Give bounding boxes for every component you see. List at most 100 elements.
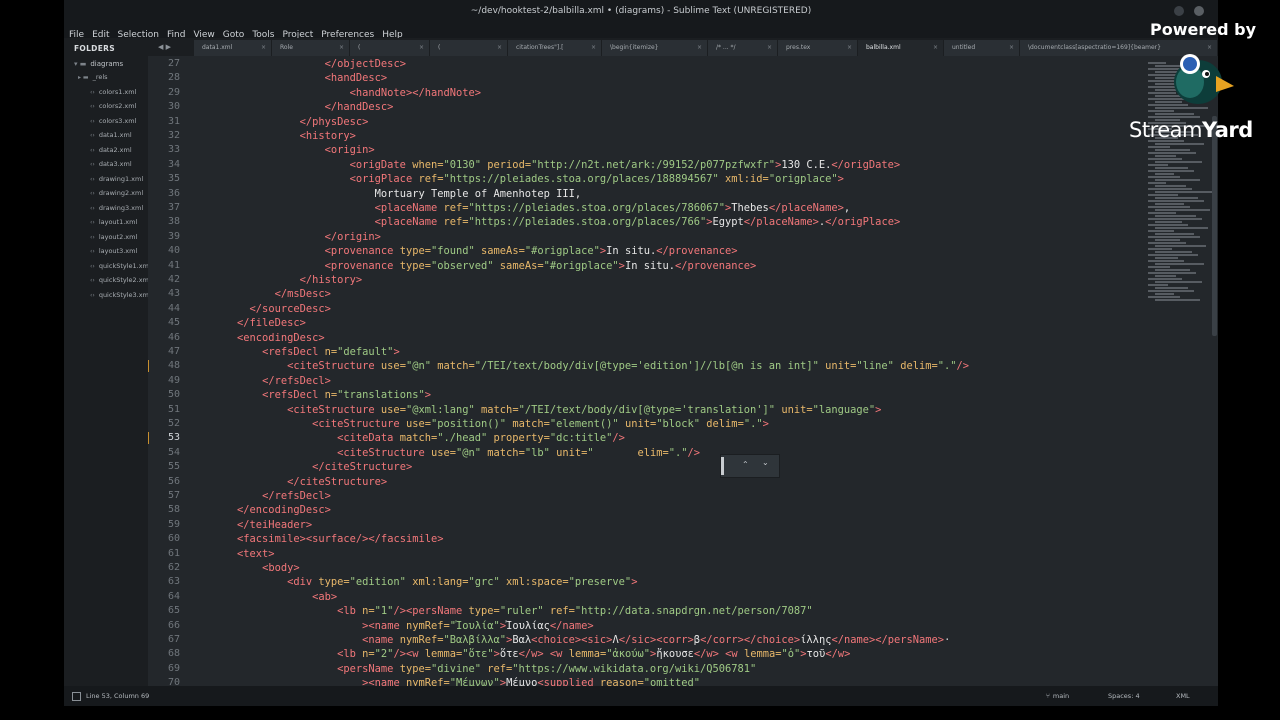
close-icon[interactable] xyxy=(1194,6,1204,16)
sidebar-file[interactable]: ‹› layout1.xml xyxy=(64,215,148,230)
code-line[interactable]: <encodingDesc> xyxy=(212,331,325,345)
sidebar-file[interactable]: ‹› colors2.xml xyxy=(64,99,148,114)
code-line[interactable]: <placeName ref="https://pleiades.stoa.or… xyxy=(212,201,851,215)
popup-down-icon[interactable]: ⌄ xyxy=(762,453,769,473)
code-line[interactable]: <refsDecl n="default"> xyxy=(212,345,400,359)
tab-close-icon[interactable]: × xyxy=(419,40,424,56)
code-editor[interactable]: 27 28 29 30 31 32 33 34 35 36 37 38 39 40 41 42 43 44 45 46… xyxy=(148,56,1218,686)
code-line[interactable]: </msDesc> xyxy=(212,287,331,301)
code-line[interactable]: </encodingDesc> xyxy=(212,503,331,517)
code-line[interactable]: </physDesc> xyxy=(212,115,369,129)
sidebar-file[interactable]: ‹› layout3.xml xyxy=(64,244,148,259)
tab-9[interactable]: untitled × xyxy=(944,40,1020,56)
code-line[interactable]: Mortuary Temple of Amenhotep III, xyxy=(212,187,581,201)
code-line[interactable]: <citeStructure use="@n" match="/TEI/text… xyxy=(212,359,969,373)
tab-close-icon[interactable]: × xyxy=(261,40,266,56)
tab-close-icon[interactable]: × xyxy=(767,40,772,56)
code-line[interactable]: <name nymRef="Βαλβίλλα">Βαλ<choice><sic>… xyxy=(212,633,950,647)
code-line[interactable]: ><name nymRef="Μέμνων">Μέμνο<supplied re… xyxy=(212,676,700,686)
code-line[interactable]: </fileDesc> xyxy=(212,316,306,330)
tab-nav-arrows-icon[interactable]: ◀ ▶ xyxy=(158,38,171,56)
code-line[interactable]: <lb n="2"/><w lemma="ὅτε">ὅτε</w> <w lem… xyxy=(212,647,850,661)
code-line[interactable]: <origin> xyxy=(212,143,375,157)
sidebar-file[interactable]: ‹› colors3.xml xyxy=(64,114,148,129)
code-line[interactable]: </refsDecl> xyxy=(212,374,331,388)
line-number: 42 xyxy=(167,274,180,285)
sidebar-file[interactable]: ‹› quickStyle1.xml xyxy=(64,259,148,274)
code-line[interactable]: </teiHeader> xyxy=(212,518,312,532)
code-line[interactable]: <citeStructure use="@xml:lang" match="/T… xyxy=(212,403,881,417)
sidebar-file[interactable]: ‹› data2.xml xyxy=(64,143,148,158)
status-panel-toggle[interactable] xyxy=(72,686,87,706)
minimap-line xyxy=(1155,209,1210,211)
tab-0[interactable]: data1.xml × xyxy=(194,40,272,56)
autocomplete-popup[interactable]: ⌃ ⌄ xyxy=(720,454,780,478)
sidebar-file[interactable]: ‹› quickStyle2.xml xyxy=(64,273,148,288)
code-line[interactable]: <origPlace ref="https://pleiades.stoa.or… xyxy=(212,172,844,186)
code-token: <choice> xyxy=(531,634,582,646)
tab-1[interactable]: Role × xyxy=(272,40,350,56)
code-line[interactable]: <origDate when="0130" period="http://n2t… xyxy=(212,158,901,172)
code-line[interactable]: </citeStructure> xyxy=(212,460,412,474)
code-line[interactable]: <provenance type="observed" sameAs="#ori… xyxy=(212,259,757,273)
sidebar-file[interactable]: ▸ ▬ _rels xyxy=(64,70,148,85)
tab-7[interactable]: pres.tex × xyxy=(778,40,858,56)
tab-6[interactable]: /* ... */ × xyxy=(708,40,778,56)
git-branch[interactable]: ⑂ main xyxy=(1046,686,1069,706)
code-line[interactable]: <citeStructure use="@n" match="lb" unit=… xyxy=(212,446,700,460)
code-line[interactable]: <handNote></handNote> xyxy=(212,86,481,100)
code-line[interactable]: <placeName ref="https://pleiades.stoa.or… xyxy=(212,215,901,229)
tab-close-icon[interactable]: × xyxy=(847,40,852,56)
tab-close-icon[interactable]: × xyxy=(1009,40,1014,56)
sidebar-file[interactable]: ‹› data1.xml xyxy=(64,128,148,143)
code-token: "ἀκούω" xyxy=(606,648,651,661)
code-line[interactable]: </sourceDesc> xyxy=(212,302,331,316)
code-line[interactable]: </origin> xyxy=(212,230,381,244)
syntax-setting[interactable]: XML xyxy=(1176,686,1190,706)
code-line[interactable]: <refsDecl n="translations"> xyxy=(212,388,431,402)
indentation-setting[interactable]: Spaces: 4 xyxy=(1108,686,1140,706)
sidebar-file[interactable]: ‹› drawing2.xml xyxy=(64,186,148,201)
code-line[interactable]: </objectDesc> xyxy=(212,57,406,71)
sidebar-root-folder[interactable]: ▾ ▬ diagrams xyxy=(64,53,148,68)
line-number: 59 xyxy=(167,518,180,530)
code-line[interactable]: <citeData match="./head" property="dc:ti… xyxy=(212,431,625,445)
code-line[interactable]: ><name nymRef="Ἰουλία">Ἰουλίας</name> xyxy=(212,619,594,633)
code-line[interactable]: </handDesc> xyxy=(212,100,394,114)
tab-close-icon[interactable]: × xyxy=(497,40,502,56)
sidebar-file[interactable]: ‹› data3.xml xyxy=(64,157,148,172)
tab-4[interactable]: citationTrees"].[× xyxy=(508,40,602,56)
code-line[interactable]: <provenance type="found" sameAs="#origpl… xyxy=(212,244,738,258)
tab-3[interactable]: (× xyxy=(430,40,508,56)
sidebar-file[interactable]: ‹› drawing1.xml xyxy=(64,172,148,187)
sidebar-file[interactable]: ‹› layout2.xml xyxy=(64,230,148,245)
code-line[interactable]: </citeStructure> xyxy=(212,475,387,489)
tab-2[interactable]: (× xyxy=(350,40,430,56)
code-line[interactable]: <text> xyxy=(212,547,275,561)
code-line[interactable]: <citeStructure use="position()" match="e… xyxy=(212,417,769,431)
tab-bar: ◀ ▶ data1.xml × Role ×(×(× citationTrees"].[… xyxy=(148,38,1218,56)
code-line[interactable]: <facsimile><surface/></facsimile> xyxy=(212,532,443,546)
code-line[interactable]: <lb n="1"/><persName type="ruler" ref="h… xyxy=(212,604,812,618)
popup-up-icon[interactable]: ⌃ xyxy=(742,455,749,475)
code-line[interactable]: <handDesc> xyxy=(212,71,388,85)
tab-8[interactable]: balbilla.xml × xyxy=(858,40,944,56)
tab-close-icon[interactable]: × xyxy=(697,40,702,56)
code-line[interactable]: <ab> xyxy=(212,590,337,604)
code-line[interactable]: <persName type="divine" ref="https://www… xyxy=(212,662,756,676)
code-line[interactable]: </refsDecl> xyxy=(212,489,331,503)
code-line[interactable]: <div type="edition" xml:lang="grc" xml:s… xyxy=(212,575,637,589)
code-line[interactable]: </history> xyxy=(212,273,363,287)
tab-close-icon[interactable]: × xyxy=(591,40,596,56)
sidebar-file[interactable]: ‹› quickStyle3.xml xyxy=(64,288,148,303)
tab-close-icon[interactable]: × xyxy=(933,40,938,56)
code-line[interactable]: <body> xyxy=(212,561,300,575)
tab-close-icon[interactable]: × xyxy=(339,40,344,56)
code-line[interactable]: <history> xyxy=(212,129,356,143)
code-token: match= xyxy=(430,360,475,373)
sidebar-file[interactable]: ‹› colors1.xml xyxy=(64,85,148,100)
tab-5[interactable]: \begin{itemize} × xyxy=(602,40,708,56)
sidebar-file[interactable]: ‹› drawing3.xml xyxy=(64,201,148,216)
minimize-icon[interactable] xyxy=(1174,6,1184,16)
scrollbar[interactable] xyxy=(1212,116,1217,336)
